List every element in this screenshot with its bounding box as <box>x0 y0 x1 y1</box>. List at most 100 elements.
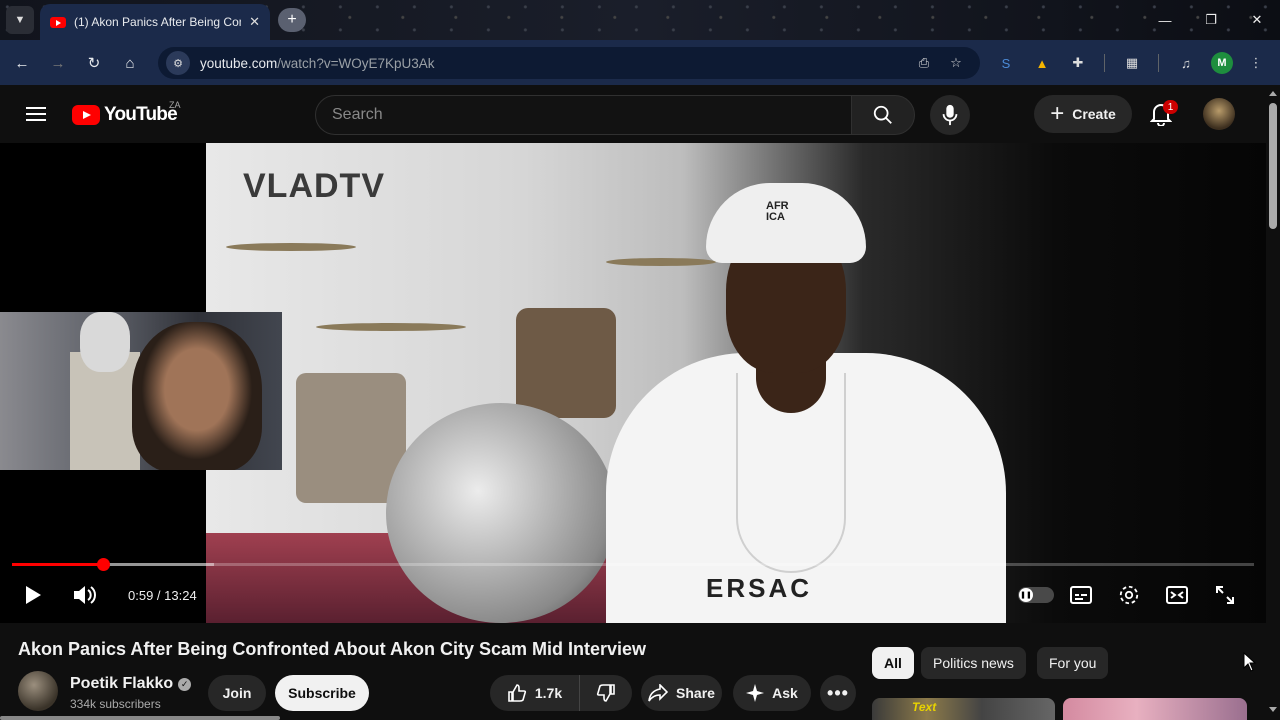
ask-button[interactable]: Ask <box>733 675 811 711</box>
subtitles-button[interactable] <box>1068 581 1094 609</box>
voice-search-button[interactable] <box>930 95 970 135</box>
chip-for-you[interactable]: For you <box>1037 647 1109 679</box>
browser-tab-active[interactable]: (1) Akon Panics After Being Confronted A… <box>40 4 270 40</box>
extensions-puzzle-icon[interactable]: ✚ <box>1067 52 1089 74</box>
video-player[interactable]: VLADTV AFR ICA ERSAC 0:59 / 13:24 ❚❚ <box>0 143 1266 623</box>
youtube-header: YouTube ZA Search + Create 1 <box>0 85 1266 143</box>
scroll-up-icon[interactable] <box>1269 91 1277 96</box>
logo-wordmark: YouTube <box>104 104 178 125</box>
share-arrow-icon <box>648 684 669 702</box>
video-frame: VLADTV AFR ICA ERSAC <box>206 143 1266 623</box>
reload-button[interactable]: ↻ <box>81 50 107 76</box>
bookmark-star-icon[interactable]: ☆ <box>946 53 966 73</box>
theater-mode-button[interactable] <box>1164 581 1190 609</box>
autoplay-toggle[interactable]: ❚❚ <box>1018 587 1054 603</box>
notifications-button[interactable]: 1 <box>1147 99 1178 129</box>
country-code: ZA <box>169 100 181 110</box>
bass-drum <box>386 403 616 623</box>
toolbar-divider <box>1104 54 1105 72</box>
channel-avatar[interactable] <box>18 671 58 711</box>
dislike-button[interactable] <box>580 675 632 711</box>
account-avatar[interactable] <box>1203 98 1235 130</box>
join-button[interactable]: Join <box>208 675 266 711</box>
progress-bar[interactable] <box>12 558 1254 571</box>
site-info-icon[interactable]: ⚙ <box>166 51 190 75</box>
guide-menu-icon[interactable] <box>24 103 48 125</box>
side-panel-icon[interactable]: ▦ <box>1121 52 1143 74</box>
window-close-icon[interactable]: ✕ <box>1234 0 1280 40</box>
search-placeholder: Search <box>332 106 383 123</box>
share-button[interactable]: Share <box>641 675 722 711</box>
cymbal <box>226 243 356 251</box>
webcam-overlay <box>0 312 282 470</box>
like-count: 1.7k <box>534 685 563 701</box>
chain <box>736 373 846 573</box>
verified-check-icon: ✓ <box>178 677 192 691</box>
sparkle-icon <box>746 684 765 702</box>
new-tab-button[interactable]: + <box>278 8 306 32</box>
play-button[interactable] <box>20 581 46 609</box>
microphone-icon <box>942 104 958 126</box>
fullscreen-icon <box>1216 586 1234 604</box>
google-drive-icon[interactable]: ▲ <box>1031 52 1053 74</box>
horizontal-scrollbar[interactable] <box>0 716 280 720</box>
home-button[interactable]: ⌂ <box>117 50 143 76</box>
ask-label: Ask <box>772 685 798 701</box>
search-icon <box>873 105 892 124</box>
extension-s-icon[interactable]: S <box>995 52 1017 74</box>
cymbal <box>316 323 466 331</box>
related-video-thumbnail[interactable] <box>1063 698 1247 720</box>
youtube-favicon-icon <box>50 16 66 28</box>
fullscreen-button[interactable] <box>1212 581 1238 609</box>
settings-button[interactable] <box>1116 581 1142 609</box>
youtube-logo[interactable]: YouTube ZA <box>72 100 181 126</box>
tab-title: (1) Akon Panics After Being Confronted A… <box>74 15 241 29</box>
pause-icon: ❚❚ <box>1019 588 1033 602</box>
subscriber-count: 334k subscribers <box>70 697 161 711</box>
like-button[interactable]: 1.7k <box>490 675 580 711</box>
media-control-icon[interactable]: ♫ <box>1175 52 1197 74</box>
play-icon <box>26 586 41 604</box>
tom-drum <box>516 308 616 418</box>
minimize-icon[interactable]: — <box>1142 0 1188 40</box>
restore-icon[interactable]: ❐ <box>1188 0 1234 40</box>
related-video-thumbnail[interactable]: Text <box>872 698 1055 720</box>
tab-close-icon[interactable]: ✕ <box>249 14 260 30</box>
channel-name[interactable]: Poetik Flakko <box>70 675 173 693</box>
address-bar[interactable]: ⚙ youtube.com/watch?v=WOyE7KpU3Ak ⎙ ☆ <box>158 47 980 79</box>
plus-icon: + <box>1050 100 1065 127</box>
scrollbar-thumb[interactable] <box>1269 103 1277 229</box>
mute-button[interactable] <box>70 581 98 609</box>
chip-politics-news[interactable]: Politics news <box>921 647 1026 679</box>
chrome-menu-icon[interactable]: ⋮ <box>1245 52 1267 74</box>
more-actions-button[interactable]: ••• <box>820 675 856 711</box>
volume-icon <box>74 586 96 604</box>
back-button[interactable]: ← <box>9 50 35 76</box>
scroll-down-icon[interactable] <box>1269 707 1277 712</box>
search-input[interactable]: Search <box>315 95 852 135</box>
shirt-print: ERSAC <box>706 573 813 603</box>
theater-icon <box>1166 586 1188 604</box>
page-scrollbar[interactable] <box>1266 85 1280 720</box>
video-title: Akon Panics After Being Confronted About… <box>18 639 647 659</box>
thumbs-down-icon <box>596 684 615 702</box>
youtube-play-logo-icon <box>72 105 100 125</box>
time-display: 0:59 / 13:24 <box>128 588 197 603</box>
url-text: youtube.com/watch?v=WOyE7KpU3Ak <box>200 55 435 71</box>
install-app-icon[interactable]: ⎙ <box>914 53 934 73</box>
streamer-face <box>132 322 262 470</box>
gear-icon <box>1119 585 1139 605</box>
forward-button[interactable]: → <box>45 50 71 76</box>
create-label: Create <box>1072 106 1116 122</box>
tab-search-button[interactable]: ▼ <box>6 6 34 34</box>
vladtv-watermark: VLADTV <box>243 167 385 205</box>
toolbar-divider <box>1158 54 1159 72</box>
scrubber-handle[interactable] <box>97 558 111 571</box>
chip-all[interactable]: All <box>872 647 914 679</box>
browser-tab-strip: ▼ (1) Akon Panics After Being Confronted… <box>0 0 1280 40</box>
search-button[interactable] <box>851 95 915 135</box>
create-button[interactable]: + Create <box>1034 95 1132 133</box>
subscribe-button[interactable]: Subscribe <box>275 675 369 711</box>
profile-avatar[interactable]: M <box>1211 52 1233 74</box>
channel-name-row[interactable]: Poetik Flakko ✓ <box>70 675 192 693</box>
